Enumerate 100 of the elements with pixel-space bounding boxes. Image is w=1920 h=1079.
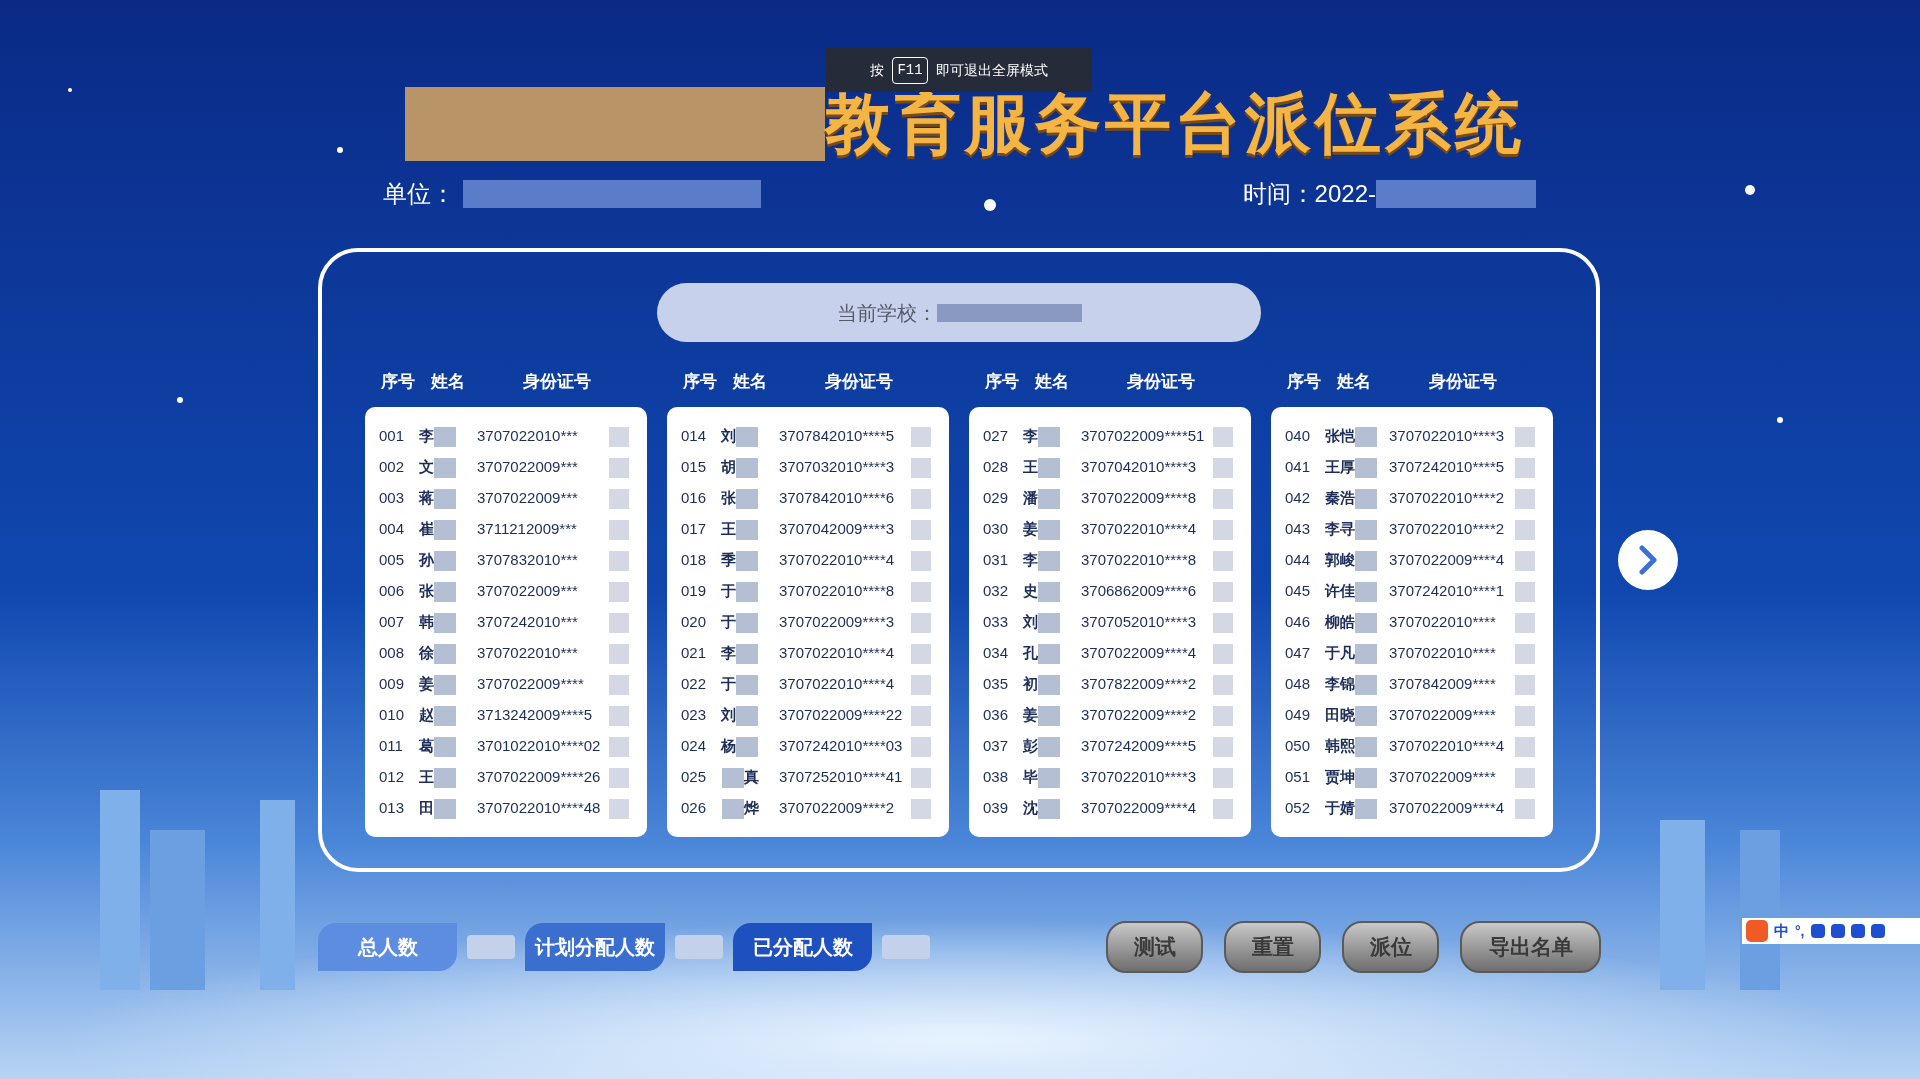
table-cell-text: 李锦: [1325, 674, 1355, 695]
table-cell-text: 韩: [419, 612, 434, 633]
table-cell-text: 3707022010****2: [1389, 519, 1505, 540]
table-cell-text: 3707022010****4: [779, 643, 895, 664]
redaction-block: [1213, 550, 1233, 571]
redaction-block: [911, 457, 931, 478]
table-cell-text: 002: [379, 457, 406, 478]
redaction-block: [1355, 767, 1377, 788]
action-button[interactable]: 派位: [1342, 921, 1439, 973]
redaction-block: [1355, 736, 1377, 757]
redaction-block: [911, 426, 931, 447]
page-title: 教育服务平台派位系统: [825, 85, 1525, 162]
table-cell-text: 季: [721, 550, 736, 571]
redaction-block: [1213, 767, 1233, 788]
redaction-block: [609, 581, 629, 602]
table-cell-text: 3707242009****5: [1081, 736, 1197, 757]
redaction-block: [1213, 705, 1233, 726]
table-cell-text: 3707242010****1: [1389, 581, 1505, 602]
redaction-block: [722, 767, 744, 788]
table-cell-text: 030: [983, 519, 1010, 540]
redaction-block: [1038, 674, 1060, 695]
table-cell-text: 王: [1023, 457, 1038, 478]
redaction-block: [609, 457, 629, 478]
table-cell-text: 043: [1285, 519, 1312, 540]
redaction-block: [1038, 426, 1060, 447]
table-cell-text: 刘: [1023, 612, 1038, 633]
table-cell-text: 3707022009****8: [1081, 488, 1197, 509]
table-cell-text: 024: [681, 736, 708, 757]
redaction-block: [609, 674, 629, 695]
table-cell-text: 3707022010****48: [477, 798, 601, 819]
table-cell-text: 3707022010***: [477, 643, 578, 664]
table-cell-text: 028: [983, 457, 1010, 478]
redaction-block: [467, 935, 515, 959]
redaction-block: [1355, 426, 1377, 447]
redaction-block: [1038, 798, 1060, 819]
table-cell-text: 3707242010****5: [1389, 457, 1505, 478]
table-cell-text: 于: [721, 674, 736, 695]
table-cell-text: 李: [419, 426, 434, 447]
redaction-block: [609, 488, 629, 509]
ime-punctuation[interactable]: °,: [1795, 920, 1805, 942]
table-cell-text: 葛: [419, 736, 434, 757]
table-cell-text: 李: [1023, 426, 1038, 447]
table-cell-text: 014: [681, 426, 708, 447]
table-cell-text: 041: [1285, 457, 1312, 478]
redaction-block: [736, 581, 758, 602]
table-cell-text: 张: [419, 581, 434, 602]
table-cell-text: 3707022010****2: [1389, 488, 1505, 509]
redaction-block: [911, 581, 931, 602]
column-header: 姓名: [431, 370, 466, 393]
time-label: 时间：: [1242, 179, 1315, 209]
redaction-block: [1038, 612, 1060, 633]
table-cell-text: 李寻: [1325, 519, 1355, 540]
redaction-block: [1038, 488, 1060, 509]
redaction-block: [911, 612, 931, 633]
redaction-block: [736, 426, 758, 447]
table-cell-text: 004: [379, 519, 406, 540]
table-cell-text: 039: [983, 798, 1010, 819]
redaction-block: [434, 643, 456, 664]
table-cell-text: 3707022010***: [477, 426, 578, 447]
ime-mode[interactable]: 中: [1774, 919, 1789, 943]
table-cell-text: 008: [379, 643, 406, 664]
table-cell-text: 013: [379, 798, 406, 819]
table-cell-text: 毕: [1023, 767, 1038, 788]
table-cell-text: 刘: [721, 705, 736, 726]
ime-logo-icon: [1746, 920, 1768, 942]
redaction-block: [1038, 767, 1060, 788]
table-cell-text: 秦浩: [1325, 488, 1355, 509]
table-cell-text: 许佳: [1325, 581, 1355, 602]
table-cell-text: 刘: [721, 426, 736, 447]
table-cell-text: 3707842010****6: [779, 488, 895, 509]
table-cell-text: 019: [681, 581, 708, 602]
redaction-block: [736, 457, 758, 478]
toast-text: 即可退出全屏模式: [935, 60, 1048, 80]
table-cell-text: 051: [1285, 767, 1312, 788]
redaction-block: [1213, 581, 1233, 602]
time-value: 2022-: [1314, 179, 1376, 209]
table-cell-text: 033: [983, 612, 1010, 633]
table-cell-text: 049: [1285, 705, 1312, 726]
redaction-block: [1515, 705, 1535, 726]
redaction-block: [1213, 674, 1233, 695]
table-cell-text: 3707022009****2: [779, 798, 895, 819]
redaction-block: [736, 612, 758, 633]
table-cell-text: 王: [721, 519, 736, 540]
action-button[interactable]: 导出名单: [1460, 921, 1601, 973]
redaction-block: [434, 736, 456, 757]
table-cell-text: 韩熙: [1325, 736, 1355, 757]
stat-label: 已分配人数: [733, 923, 872, 971]
table-cell-text: 史: [1023, 581, 1038, 602]
redaction-block: [722, 798, 744, 819]
redaction-block: [675, 935, 723, 959]
table-cell-text: 003: [379, 488, 406, 509]
action-button[interactable]: 测试: [1106, 921, 1203, 973]
action-button[interactable]: 重置: [1224, 921, 1321, 973]
column-header: 姓名: [1337, 370, 1372, 393]
table-cell-text: 3707022009****3: [779, 612, 895, 633]
table-cell-text: 3701022010****02: [477, 736, 601, 757]
chevron-right-icon: [1638, 545, 1658, 575]
redaction-block: [434, 426, 456, 447]
redaction-block: [1213, 643, 1233, 664]
table-cell-text: 007: [379, 612, 406, 633]
